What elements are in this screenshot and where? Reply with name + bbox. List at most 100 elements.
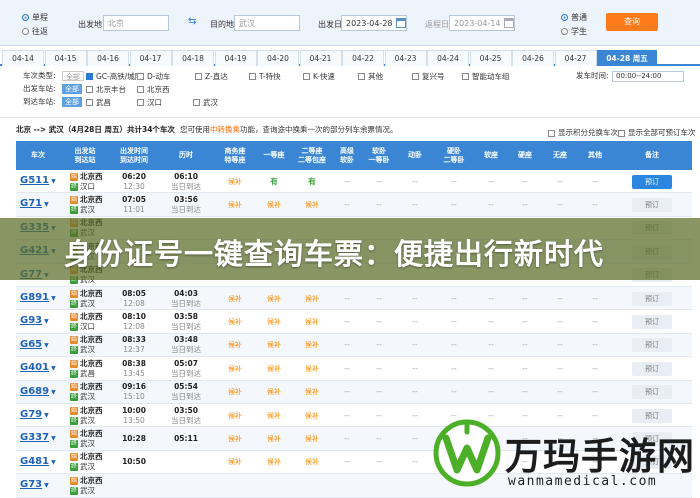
seat-availability[interactable]: 候补 (267, 317, 281, 327)
train-number-link[interactable]: G511 (20, 175, 49, 186)
book-button[interactable]: 预订 (632, 361, 672, 376)
seat-availability[interactable]: 候补 (305, 364, 319, 374)
train-number-link[interactable]: G65 (20, 339, 42, 350)
train-number-link[interactable]: G689 (20, 386, 49, 397)
train-type-checkbox[interactable]: Z-直达 (195, 71, 228, 82)
column-header[interactable]: 软卧 一等卧 (362, 141, 396, 170)
seat-availability[interactable]: 候补 (305, 411, 319, 421)
column-header[interactable]: 出发时间 到达时间 (110, 141, 158, 170)
to-station-checkbox[interactable]: 武昌 (86, 97, 111, 108)
book-button[interactable]: 预订 (632, 291, 672, 306)
date-tab[interactable]: 04-19 (214, 50, 257, 66)
date-tab[interactable]: 04-14 (2, 50, 44, 66)
seat-availability[interactable]: 候补 (305, 294, 319, 304)
swap-icon[interactable]: ⇆ (188, 16, 196, 27)
seat-availability[interactable]: 候补 (228, 411, 242, 421)
train-type-checkbox[interactable]: K-快速 (303, 71, 335, 82)
date-tab[interactable]: 04-22 (342, 50, 384, 66)
expand-arrow-icon[interactable]: ▼ (44, 318, 49, 325)
date-tab[interactable]: 04-25 (469, 50, 512, 66)
seat-availability[interactable]: 有 (308, 177, 316, 187)
all-bookable-checkbox[interactable]: 显示全部可预订车次 (618, 126, 696, 140)
seat-availability[interactable]: 候补 (267, 411, 281, 421)
seat-availability[interactable]: 候补 (267, 434, 281, 444)
expand-arrow-icon[interactable]: ▼ (44, 201, 49, 208)
column-header[interactable]: 商务座 特等座 (214, 141, 256, 170)
column-header[interactable]: 无座 (542, 141, 578, 170)
book-button[interactable]: 预订 (632, 408, 672, 423)
book-button[interactable]: 预订 (632, 314, 672, 329)
seat-availability[interactable]: 候补 (305, 200, 319, 210)
seat-availability[interactable]: 候补 (228, 364, 242, 374)
train-number-link[interactable]: G401 (20, 362, 49, 373)
seat-availability[interactable]: 候补 (228, 457, 242, 467)
book-button[interactable]: 预订 (632, 174, 672, 189)
column-header[interactable]: 其他 (578, 141, 612, 170)
train-type-checkbox[interactable]: D-动车 (137, 71, 170, 82)
seat-availability[interactable]: 候补 (228, 177, 242, 187)
seat-availability[interactable]: 候补 (228, 340, 242, 350)
ticket-student-radio[interactable]: 学生 (561, 26, 587, 37)
expand-arrow-icon[interactable]: ▼ (51, 389, 56, 396)
query-button[interactable]: 查询 (606, 13, 658, 31)
date-tab[interactable]: 04-27 (554, 50, 597, 66)
expand-arrow-icon[interactable]: ▼ (51, 365, 56, 372)
train-type-checkbox[interactable]: 复兴号 (412, 71, 445, 82)
calendar-icon[interactable] (396, 18, 406, 28)
train-number-link[interactable]: G71 (20, 198, 42, 209)
column-header[interactable]: 二等座 二等包座 (292, 141, 332, 170)
seat-availability[interactable]: 候补 (305, 317, 319, 327)
column-header[interactable]: 软座 (474, 141, 508, 170)
train-number-link[interactable]: G79 (20, 409, 42, 420)
from-station-checkbox[interactable]: 北京丰台 (86, 84, 126, 95)
to-station-checkbox[interactable]: 武汉 (193, 97, 218, 108)
to-input[interactable]: 武汉 (234, 15, 300, 31)
date-tab[interactable]: 04-20 (257, 50, 299, 66)
trip-return-radio[interactable]: 往返 (22, 26, 48, 37)
date-tab[interactable]: 04-18 (172, 50, 214, 66)
seat-availability[interactable]: 候补 (228, 434, 242, 444)
train-number-link[interactable]: G73 (20, 479, 42, 490)
ticket-normal-radio[interactable]: 普通 (561, 12, 587, 23)
train-type-checkbox[interactable]: 智能动车组 (462, 71, 510, 82)
date-tab[interactable]: 04-16 (87, 50, 129, 66)
date-tab[interactable]: 04-15 (44, 50, 87, 66)
train-type-checkbox[interactable]: GC-高铁/城际 (86, 71, 142, 82)
from-input[interactable]: 北京 (103, 15, 169, 31)
seat-availability[interactable]: 候补 (267, 200, 281, 210)
book-button[interactable]: 预订 (632, 197, 672, 212)
seat-availability[interactable]: 候补 (228, 294, 242, 304)
seat-availability[interactable]: 有 (270, 177, 278, 187)
train-type-checkbox[interactable]: 其他 (358, 71, 383, 82)
trip-oneway-radio[interactable]: 单程 (22, 12, 48, 23)
seat-availability[interactable]: 候补 (228, 200, 242, 210)
expand-arrow-icon[interactable]: ▼ (51, 435, 56, 442)
expand-arrow-icon[interactable]: ▼ (44, 482, 49, 489)
book-button[interactable]: 预订 (632, 385, 672, 400)
seat-availability[interactable]: 候补 (305, 434, 319, 444)
column-header[interactable]: 车次 (16, 141, 60, 170)
expand-arrow-icon[interactable]: ▼ (51, 295, 56, 302)
date-tab[interactable]: 04-17 (129, 50, 172, 66)
seat-availability[interactable]: 候补 (267, 364, 281, 374)
from-station-checkbox[interactable]: 北京西 (137, 84, 170, 95)
train-number-link[interactable]: G337 (20, 432, 49, 443)
column-header[interactable]: 历时 (158, 141, 214, 170)
column-header[interactable]: 硬卧 二等卧 (434, 141, 474, 170)
column-header[interactable]: 一等座 (256, 141, 292, 170)
date-tab[interactable]: 04-28 周五 (597, 50, 657, 66)
train-type-checkbox[interactable]: T-特快 (249, 71, 281, 82)
column-header[interactable]: 高级 软卧 (332, 141, 362, 170)
column-header[interactable]: 动卧 (396, 141, 434, 170)
expand-arrow-icon[interactable]: ▼ (51, 178, 56, 185)
train-type-all-chip[interactable]: 全部 (62, 71, 84, 81)
column-header[interactable]: 硬座 (508, 141, 542, 170)
expand-arrow-icon[interactable]: ▼ (44, 412, 49, 419)
column-header[interactable]: 备注 (612, 141, 692, 170)
depart-time-select[interactable]: 00:00--24:00 (612, 71, 684, 82)
calendar-icon[interactable] (504, 18, 514, 28)
points-checkbox[interactable]: 显示积分兑换车次 (548, 126, 618, 140)
from-station-all-chip[interactable]: 全部 (62, 84, 82, 94)
seat-availability[interactable]: 候补 (267, 387, 281, 397)
seat-availability[interactable]: 候补 (267, 294, 281, 304)
